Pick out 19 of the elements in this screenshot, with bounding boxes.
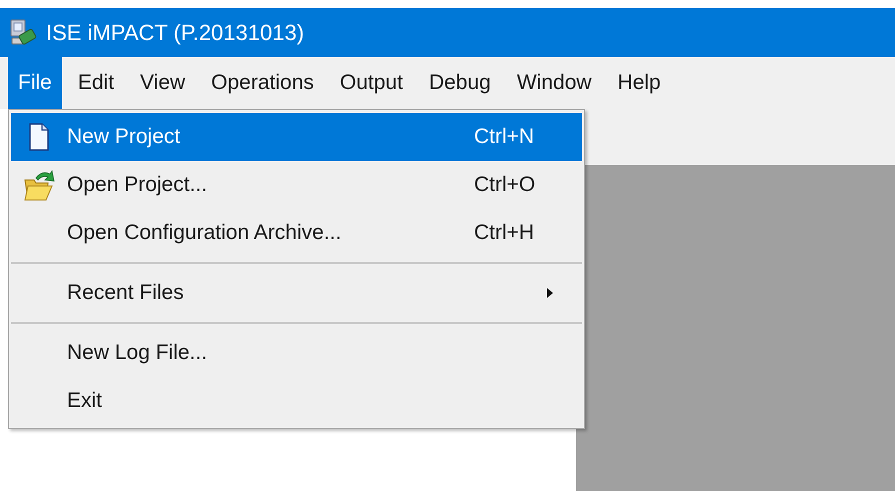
menu-item[interactable]: File: [8, 57, 62, 109]
menu-entry[interactable]: Open Configuration Archive... Ctrl+H: [11, 209, 582, 257]
menu-entry[interactable]: New Project Ctrl+N: [11, 113, 582, 161]
menu-item[interactable]: Operations: [201, 57, 324, 109]
menu-entry[interactable]: Open Project... Ctrl+O: [11, 161, 582, 209]
menu-entry[interactable]: Recent Files: [11, 269, 582, 317]
menu-item[interactable]: Output: [330, 57, 413, 109]
folder-arrow-icon: [22, 168, 56, 202]
window-title: ISE iMPACT (P.20131013): [46, 19, 304, 47]
menu-item[interactable]: Edit: [68, 57, 124, 109]
document-icon: [28, 123, 50, 151]
menu-item[interactable]: View: [130, 57, 196, 109]
submenu-arrow-icon: [546, 287, 554, 299]
menu-entry[interactable]: Exit: [11, 377, 582, 425]
menu-entry[interactable]: New Log File...: [11, 329, 582, 377]
menu-item[interactable]: Window: [506, 57, 602, 109]
menu-item[interactable]: Debug: [418, 57, 501, 109]
computer-chip-icon: [8, 18, 38, 48]
menu-item[interactable]: Help: [608, 57, 671, 109]
